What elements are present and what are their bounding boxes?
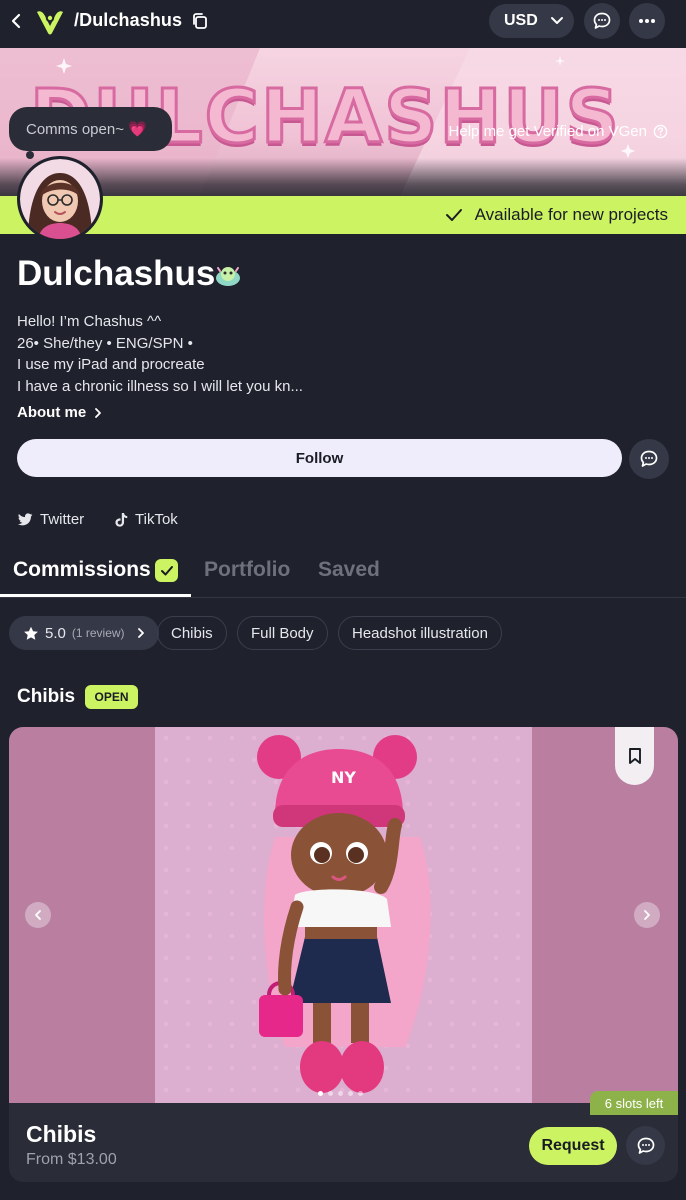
follow-button[interactable]: Follow bbox=[17, 439, 622, 477]
help-circle-icon bbox=[653, 124, 668, 139]
review-count: (1 review) bbox=[71, 626, 125, 640]
profile-handle: /Dulchashus bbox=[74, 10, 183, 30]
commission-artwork: NY bbox=[155, 727, 532, 1103]
commission-title: Chibis bbox=[26, 1121, 97, 1147]
chibi-illustration: NY bbox=[257, 735, 431, 1093]
social-link-tiktok[interactable]: TikTok bbox=[115, 511, 178, 528]
back-button[interactable] bbox=[4, 8, 28, 34]
chevron-right-icon bbox=[644, 910, 650, 920]
twitter-icon bbox=[18, 513, 33, 526]
check-icon bbox=[445, 209, 462, 221]
chat-bubble-icon bbox=[640, 450, 658, 467]
carousel-dot[interactable] bbox=[328, 1091, 333, 1096]
social-label: Twitter bbox=[40, 511, 85, 528]
request-button[interactable]: Request bbox=[529, 1127, 617, 1165]
section-title: Chibis bbox=[17, 686, 76, 707]
copy-icon[interactable] bbox=[191, 12, 209, 30]
carousel-dot[interactable] bbox=[348, 1091, 353, 1096]
profile-bio: Hello! I’m Chashus ^^ 26• She/they • ENG… bbox=[17, 311, 303, 397]
carousel-prev-button[interactable] bbox=[25, 902, 51, 928]
commission-message-button[interactable] bbox=[626, 1126, 665, 1165]
slots-left-badge: 6 slots left bbox=[590, 1091, 678, 1115]
tab-commissions[interactable]: Commissions bbox=[13, 558, 151, 582]
chevron-down-icon bbox=[550, 17, 563, 24]
chevron-left-icon bbox=[35, 910, 41, 920]
bio-line: I use my iPad and procreate bbox=[17, 356, 205, 373]
carousel-dot[interactable] bbox=[338, 1091, 343, 1096]
rating-value: 5.0 bbox=[45, 624, 66, 642]
verified-check-badge bbox=[155, 559, 178, 582]
tab-saved[interactable]: Saved bbox=[318, 558, 380, 582]
rating-chip[interactable]: 5.0 (1 review) bbox=[9, 616, 159, 650]
tabs-divider bbox=[0, 597, 686, 598]
availability-text: Available for new projects bbox=[474, 205, 668, 224]
chat-bubble-icon bbox=[593, 12, 611, 29]
bookmark-button[interactable] bbox=[615, 727, 654, 785]
commission-card[interactable]: NY bbox=[9, 727, 678, 1182]
bio-line: Hello! I’m Chashus ^^ bbox=[17, 313, 162, 330]
status-bubble: Comms open~ 💗 bbox=[9, 107, 172, 151]
chevron-left-icon bbox=[11, 13, 21, 29]
bookmark-icon bbox=[628, 748, 641, 764]
creator-badge-icon bbox=[214, 262, 242, 290]
avatar[interactable] bbox=[17, 156, 103, 242]
chat-bubble-icon bbox=[637, 1137, 654, 1154]
carousel-dot[interactable] bbox=[318, 1091, 323, 1096]
tiktok-icon bbox=[115, 512, 128, 527]
vgen-logo-icon bbox=[37, 11, 63, 35]
verify-help-text: Help me get Verified on VGen bbox=[448, 123, 647, 140]
status-badge: OPEN bbox=[85, 685, 138, 709]
svg-text:NY: NY bbox=[331, 768, 356, 787]
chevron-right-icon bbox=[95, 407, 102, 418]
about-me-label: About me bbox=[17, 404, 87, 421]
check-icon bbox=[160, 565, 173, 575]
filter-chip-full-body[interactable]: Full Body bbox=[237, 616, 328, 650]
bubble-tail bbox=[26, 151, 34, 159]
tab-portfolio[interactable]: Portfolio bbox=[204, 558, 290, 582]
more-dots-icon bbox=[639, 19, 655, 23]
carousel-dots bbox=[318, 1091, 363, 1096]
carousel-dot[interactable] bbox=[358, 1091, 363, 1096]
social-label: TikTok bbox=[135, 511, 178, 528]
chevron-right-icon bbox=[137, 628, 144, 638]
social-link-twitter[interactable]: Twitter bbox=[18, 511, 84, 528]
carousel-next-button[interactable] bbox=[634, 902, 660, 928]
about-me-link[interactable]: About me bbox=[17, 404, 102, 421]
commission-price: From $13.00 bbox=[26, 1151, 117, 1168]
filter-chip-chibis[interactable]: Chibis bbox=[157, 616, 227, 650]
bio-line: I have a chronic illness so I will let y… bbox=[17, 377, 303, 395]
currency-label: USD bbox=[504, 12, 538, 29]
currency-selector[interactable]: USD bbox=[489, 4, 574, 38]
more-options-button[interactable] bbox=[629, 3, 665, 39]
avatar-illustration bbox=[20, 159, 100, 239]
messages-button[interactable] bbox=[584, 3, 620, 39]
message-button[interactable] bbox=[629, 439, 669, 479]
status-text: Comms open~ 💗 bbox=[26, 121, 147, 138]
profile-name: Dulchashus bbox=[17, 254, 216, 293]
bio-line: 26• She/they • ENG/SPN • bbox=[17, 334, 193, 352]
star-icon bbox=[24, 626, 38, 640]
vgen-logo[interactable] bbox=[34, 5, 66, 37]
filter-chip-headshot[interactable]: Headshot illustration bbox=[338, 616, 502, 650]
banner-shade bbox=[0, 158, 686, 196]
verify-help-link[interactable]: Help me get Verified on VGen bbox=[449, 123, 668, 140]
